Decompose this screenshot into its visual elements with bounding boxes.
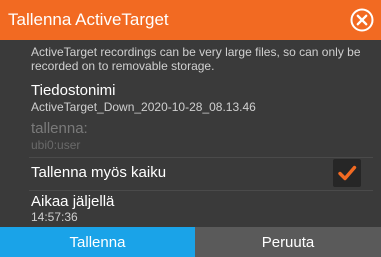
close-button[interactable]	[350, 8, 374, 32]
dialog-title-bar: Tallenna ActiveTarget	[0, 0, 381, 40]
dialog-title: Tallenna ActiveTarget	[8, 10, 169, 29]
divider	[29, 157, 373, 158]
filename-value: ActiveTarget_Down_2020-10-28_08.13.46	[31, 100, 256, 114]
cancel-button[interactable]: Peruuta	[195, 227, 381, 257]
save-location-value: ubi0:user	[31, 138, 81, 152]
checkmark-icon	[338, 165, 357, 181]
info-text: ActiveTarget recordings can be very larg…	[31, 45, 361, 73]
filename-label: Tiedostonimi	[31, 82, 116, 99]
time-left-label: Aikaa jäljellä	[31, 193, 115, 210]
save-sonar-label: Tallenna myös kaiku	[31, 164, 167, 181]
time-left-value: 14:57:36	[31, 210, 78, 224]
divider	[29, 190, 373, 191]
save-button[interactable]: Tallenna	[0, 227, 195, 257]
save-activetarget-dialog: Tallenna ActiveTarget ActiveTarget recor…	[0, 0, 381, 257]
save-location-label: tallenna:	[31, 120, 88, 137]
close-circle-icon	[350, 8, 374, 32]
save-sonar-checkbox[interactable]	[333, 159, 361, 187]
